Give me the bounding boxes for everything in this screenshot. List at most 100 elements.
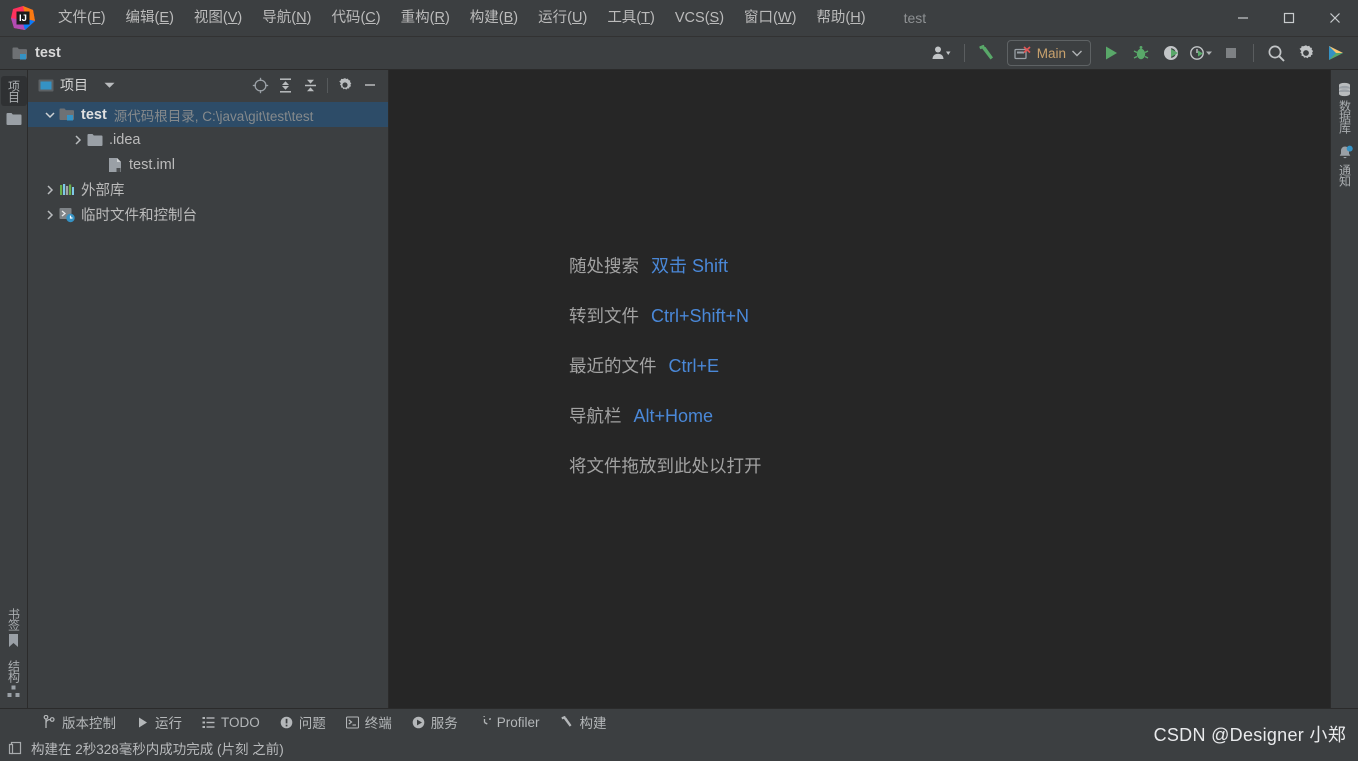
project-panel-actions bbox=[248, 73, 382, 97]
toolbar-divider bbox=[963, 44, 965, 62]
expand-all-icon[interactable] bbox=[273, 73, 297, 97]
module-folder-icon bbox=[58, 107, 76, 122]
run-config-name: Main bbox=[1036, 45, 1066, 61]
menu-item-refactor[interactable]: 重构(R) bbox=[391, 4, 460, 32]
build-hammer-icon[interactable] bbox=[973, 40, 1001, 66]
menu-item-view[interactable]: 视图(V) bbox=[184, 4, 252, 32]
tool-button-label: TODO bbox=[221, 714, 260, 730]
window-controls bbox=[1220, 0, 1358, 37]
menu-item-vcs[interactable]: VCS(S) bbox=[665, 4, 734, 32]
stripe-button-bookmarks-label: 书签 bbox=[6, 608, 21, 630]
window-minimize-button[interactable] bbox=[1220, 0, 1266, 37]
folder-icon bbox=[6, 112, 22, 126]
project-tree: test 源代码根目录, C:\java\git\test\test .idea bbox=[28, 100, 388, 708]
locate-target-icon[interactable] bbox=[248, 73, 272, 97]
settings-gear-icon[interactable] bbox=[1292, 40, 1320, 66]
menu-item-file[interactable]: 文件(F) bbox=[48, 4, 116, 32]
main-body: 项目 书签 结构 项目 test 源代码根目录, C:\java\git\tes… bbox=[0, 70, 1358, 708]
services-icon bbox=[412, 716, 425, 729]
run-configuration-selector[interactable]: Main bbox=[1006, 40, 1091, 66]
menu-item-build[interactable]: 构建(B) bbox=[460, 4, 528, 32]
main-toolbar: test Main bbox=[0, 37, 1358, 70]
tree-row-label: 外部库 bbox=[81, 183, 125, 199]
twisty-expanded-icon[interactable] bbox=[42, 110, 58, 120]
menu-item-navigate[interactable]: 导航(N) bbox=[252, 4, 321, 32]
collapse-all-icon[interactable] bbox=[298, 73, 322, 97]
settings-gear-icon[interactable] bbox=[333, 73, 357, 97]
project-scope-chevron-down-icon[interactable] bbox=[104, 82, 115, 89]
scratches-consoles-icon bbox=[58, 207, 76, 223]
tree-row-test-iml-file[interactable]: test.iml bbox=[28, 152, 388, 177]
menu-item-run[interactable]: 运行(U) bbox=[528, 4, 597, 32]
hint-search-everywhere: 随处搜索 双击 Shift bbox=[569, 252, 762, 278]
run-profiler-icon[interactable] bbox=[1187, 40, 1215, 66]
menu-item-window[interactable]: 窗口(W) bbox=[734, 4, 806, 32]
bottom-tool-window-bar: 版本控制 运行 TODO 问题 终端 服务 Profiler 构建 bbox=[0, 708, 1358, 735]
notifications-bell-icon bbox=[1337, 145, 1353, 161]
memory-indicator-icon[interactable] bbox=[8, 741, 23, 756]
tree-row-idea-folder[interactable]: .idea bbox=[28, 127, 388, 152]
twisty-collapsed-icon[interactable] bbox=[42, 209, 58, 220]
project-panel-header: 项目 bbox=[28, 70, 388, 100]
problems-icon bbox=[280, 716, 293, 729]
menu-item-edit[interactable]: 编辑(E) bbox=[116, 4, 184, 32]
run-icon bbox=[136, 716, 149, 729]
tool-button-problems[interactable]: 问题 bbox=[271, 709, 335, 735]
hint-label: 导航栏 bbox=[569, 406, 622, 426]
hint-recent-files: 最近的文件 Ctrl+E bbox=[569, 353, 762, 378]
bookmark-icon bbox=[7, 633, 20, 648]
svg-text:IJ: IJ bbox=[19, 13, 27, 24]
hint-label: 随处搜索 bbox=[569, 256, 639, 276]
tree-row-scratches-and-consoles[interactable]: 临时文件和控制台 bbox=[28, 202, 388, 227]
user-account-icon[interactable] bbox=[928, 40, 956, 66]
window-maximize-button[interactable] bbox=[1266, 0, 1312, 37]
build-hammer-icon bbox=[560, 715, 574, 729]
twisty-collapsed-icon[interactable] bbox=[70, 134, 86, 145]
tree-row-label: .idea bbox=[109, 131, 141, 148]
stripe-button-notifications-label: 通知 bbox=[1337, 164, 1352, 186]
tool-button-version-control[interactable]: 版本控制 bbox=[34, 709, 125, 735]
tool-button-label: 运行 bbox=[155, 716, 182, 731]
stripe-button-database[interactable]: 数据库 bbox=[1332, 78, 1358, 137]
stripe-button-bookmarks[interactable]: 书签 bbox=[1, 604, 27, 652]
stripe-button-project[interactable]: 项目 bbox=[0, 76, 27, 106]
tool-button-profiler[interactable]: Profiler bbox=[469, 712, 549, 733]
menu-item-tools[interactable]: 工具(T) bbox=[597, 4, 665, 32]
todo-list-icon bbox=[202, 716, 215, 729]
tool-button-services[interactable]: 服务 bbox=[403, 709, 467, 735]
updates-icon[interactable] bbox=[1322, 40, 1350, 66]
hint-go-to-file: 转到文件 Ctrl+Shift+N bbox=[569, 303, 762, 328]
tree-row-label: test bbox=[81, 106, 107, 123]
left-tool-stripe: 项目 书签 结构 bbox=[0, 70, 28, 708]
stripe-button-structure[interactable]: 结构 bbox=[1, 656, 27, 702]
twisty-collapsed-icon[interactable] bbox=[42, 184, 58, 195]
debug-icon[interactable] bbox=[1127, 40, 1155, 66]
stripe-button-notifications[interactable]: 通知 bbox=[1332, 141, 1358, 190]
run-coverage-icon[interactable] bbox=[1157, 40, 1185, 66]
tree-row-test-module[interactable]: test 源代码根目录, C:\java\git\test\test bbox=[28, 102, 388, 127]
tool-button-build[interactable]: 构建 bbox=[551, 709, 616, 735]
status-bar-message: 构建在 2秒328毫秒内成功完成 (片刻 之前) bbox=[31, 742, 284, 757]
hide-minimize-icon[interactable] bbox=[358, 73, 382, 97]
tool-button-terminal[interactable]: 终端 bbox=[337, 709, 401, 735]
project-widget[interactable]: test bbox=[12, 45, 61, 61]
editor-empty-area[interactable]: 随处搜索 双击 Shift 转到文件 Ctrl+Shift+N 最近的文件 Ct… bbox=[389, 70, 1330, 708]
stop-icon[interactable] bbox=[1217, 40, 1245, 66]
tree-row-external-libraries[interactable]: 外部库 bbox=[28, 177, 388, 202]
terminal-icon bbox=[345, 715, 359, 729]
stripe-button-folder[interactable] bbox=[1, 108, 27, 130]
intellij-idea-window: IJ 文件(F) 编辑(E) 视图(V) 导航(N) 代码(C) 重构(R) 构… bbox=[0, 0, 1358, 761]
right-tool-stripe: 数据库 通知 bbox=[1330, 70, 1358, 708]
menu-item-code[interactable]: 代码(C) bbox=[321, 4, 390, 32]
tool-button-run[interactable]: 运行 bbox=[127, 709, 191, 735]
menu-bar: 文件(F) 编辑(E) 视图(V) 导航(N) 代码(C) 重构(R) 构建(B… bbox=[48, 0, 876, 36]
tree-row-label: 临时文件和控制台 bbox=[81, 208, 197, 224]
search-icon[interactable] bbox=[1262, 40, 1290, 66]
tool-button-label: 服务 bbox=[430, 716, 458, 731]
window-close-button[interactable] bbox=[1312, 0, 1358, 37]
run-icon[interactable] bbox=[1097, 40, 1125, 66]
profiler-icon bbox=[478, 715, 491, 729]
menu-item-help[interactable]: 帮助(H) bbox=[806, 4, 875, 32]
tool-button-todo[interactable]: TODO bbox=[193, 712, 269, 733]
tool-button-label: 问题 bbox=[298, 716, 326, 731]
